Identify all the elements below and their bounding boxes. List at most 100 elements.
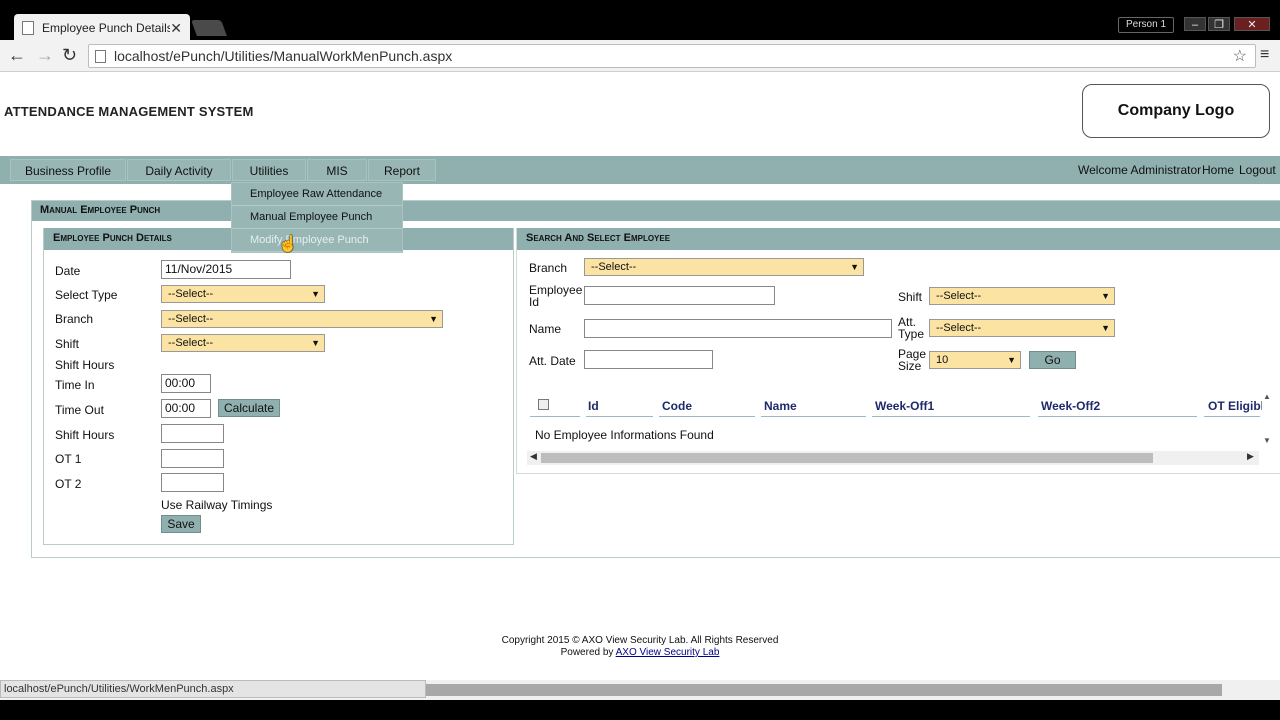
column-header-id[interactable]: Id: [588, 399, 599, 413]
chevron-down-icon: ▼: [850, 262, 859, 272]
menu-mis[interactable]: MIS: [307, 159, 367, 181]
close-icon[interactable]: ✕: [170, 20, 182, 37]
search-name-field[interactable]: [584, 319, 892, 338]
column-divider: [530, 416, 580, 417]
select-type-value: --Select--: [168, 288, 214, 300]
search-shift-dropdown[interactable]: --Select-- ▼: [929, 287, 1115, 305]
ot2-field[interactable]: [161, 473, 224, 492]
chevron-down-icon: ▼: [1007, 355, 1016, 365]
scroll-left-arrow-icon[interactable]: ◀: [530, 451, 537, 462]
ot1-label: OT 1: [55, 452, 82, 466]
window-bottom-edge: [0, 700, 1280, 720]
panel-title: Search And Select Employee: [526, 232, 671, 244]
menu-business-profile[interactable]: Business Profile: [10, 159, 126, 181]
forward-icon[interactable]: →: [36, 45, 54, 66]
close-window-icon[interactable]: ✕: [1234, 17, 1270, 31]
att-type-value: --Select--: [936, 322, 982, 334]
branch-value: --Select--: [168, 313, 214, 325]
att-type-label: Att. Type: [898, 316, 924, 340]
railway-timings-label: Use Railway Timings: [161, 498, 273, 512]
page-scrollbar-thumb[interactable]: [426, 684, 1222, 696]
menu-utilities[interactable]: Utilities: [232, 159, 306, 181]
scroll-right-arrow-icon[interactable]: ▶: [1247, 451, 1254, 462]
column-header-ot-eligible[interactable]: OT Eligibl: [1208, 399, 1262, 413]
menu-report[interactable]: Report: [368, 159, 436, 181]
scroll-up-arrow-icon[interactable]: ▲: [1263, 392, 1271, 401]
select-type-dropdown[interactable]: --Select-- ▼: [161, 285, 325, 303]
select-type-label: Select Type: [55, 288, 118, 302]
menu-item-employee-raw-attendance[interactable]: Employee Raw Attendance: [232, 183, 402, 206]
time-in-label: Time In: [55, 378, 95, 392]
browser-menu-icon[interactable]: ≡: [1260, 46, 1269, 64]
new-tab-button[interactable]: [191, 20, 227, 36]
column-header-week-off1[interactable]: Week-Off1: [875, 399, 934, 413]
minimize-icon[interactable]: –: [1184, 17, 1206, 31]
scroll-down-arrow-icon[interactable]: ▼: [1263, 436, 1271, 445]
column-divider: [586, 416, 653, 417]
search-shift-value: --Select--: [936, 290, 982, 302]
page-size-dropdown[interactable]: 10 ▼: [929, 351, 1021, 369]
search-branch-dropdown[interactable]: --Select-- ▼: [584, 258, 864, 276]
search-branch-label: Branch: [529, 261, 568, 275]
panel-header: Search And Select Employee: [517, 228, 1280, 250]
save-button[interactable]: Save: [161, 515, 201, 533]
restore-icon[interactable]: ❐: [1208, 17, 1230, 31]
att-type-label-line2: Type: [898, 327, 925, 341]
search-branch-value: --Select--: [591, 261, 637, 273]
home-link[interactable]: Home: [1202, 163, 1234, 177]
page-size-label: Page Size: [898, 348, 926, 372]
go-button[interactable]: Go: [1029, 351, 1076, 369]
panel-title: Employee Punch Details: [53, 232, 172, 244]
chevron-down-icon: ▼: [311, 289, 320, 299]
browser-titlebar: Employee Punch Details ✕ Person 1 – ❐ ✕: [0, 0, 1280, 42]
logout-link[interactable]: Logout: [1239, 163, 1276, 177]
back-icon[interactable]: ←: [8, 45, 26, 66]
column-divider: [659, 416, 755, 417]
grid-horizontal-scrollbar[interactable]: ◀ ▶: [527, 451, 1259, 465]
ot1-field[interactable]: [161, 449, 224, 468]
time-out-field[interactable]: 00:00: [161, 399, 211, 418]
time-in-field[interactable]: 00:00: [161, 374, 211, 393]
page-size-value: 10: [936, 354, 949, 366]
shift-dropdown[interactable]: --Select-- ▼: [161, 334, 325, 352]
page-title: ATTENDANCE MANAGEMENT SYSTEM: [4, 104, 254, 119]
column-divider: [1204, 416, 1260, 417]
calculate-button[interactable]: Calculate: [218, 399, 280, 417]
page-content: ATTENDANCE MANAGEMENT SYSTEM Company Log…: [0, 72, 1280, 680]
column-header-code[interactable]: Code: [662, 399, 692, 413]
page-icon: [22, 21, 34, 35]
att-date-label: Att. Date: [529, 354, 576, 368]
chevron-down-icon: ▼: [429, 314, 438, 324]
address-bar[interactable]: localhost/ePunch/Utilities/ManualWorkMen…: [88, 44, 1256, 68]
att-type-dropdown[interactable]: --Select-- ▼: [929, 319, 1115, 337]
bookmark-star-icon[interactable]: ☆: [1233, 46, 1247, 66]
reload-icon[interactable]: ↻: [62, 45, 77, 66]
profile-button[interactable]: Person 1: [1118, 17, 1174, 33]
search-shift-label: Shift: [898, 290, 923, 304]
footer-copyright: Copyright 2015 © AXO View Security Lab. …: [501, 635, 779, 646]
browser-tab[interactable]: Employee Punch Details ✕: [14, 14, 190, 42]
column-header-name[interactable]: Name: [764, 399, 797, 413]
panel-header: Manual Employee Punch: [32, 201, 1280, 221]
employee-id-field[interactable]: [584, 286, 775, 305]
powered-by-link[interactable]: AXO View Security Lab: [616, 647, 720, 658]
select-all-checkbox[interactable]: [538, 399, 549, 410]
menu-item-modify-employee-punch[interactable]: Modify Employee Punch: [232, 229, 402, 252]
menu-daily-activity[interactable]: Daily Activity: [127, 159, 231, 181]
date-field[interactable]: 11/Nov/2015: [161, 260, 291, 279]
column-header-week-off2[interactable]: Week-Off2: [1041, 399, 1100, 413]
status-bar: localhost/ePunch/Utilities/WorkMenPunch.…: [0, 680, 426, 698]
ot2-label: OT 2: [55, 477, 82, 491]
shift-value: --Select--: [168, 337, 214, 349]
employee-id-label-line2: Id: [529, 295, 540, 309]
chevron-down-icon: ▼: [311, 338, 320, 348]
scrollbar-thumb[interactable]: [541, 453, 1153, 463]
att-date-field[interactable]: [584, 350, 713, 369]
branch-dropdown[interactable]: --Select-- ▼: [161, 310, 443, 328]
shift-hours-field[interactable]: [161, 424, 224, 443]
employee-id-label: Employee Id: [529, 284, 582, 308]
column-divider: [872, 416, 1030, 417]
shift-hours-label: Shift Hours: [55, 428, 115, 442]
footer-powered: Powered by AXO View Security Lab: [0, 647, 1280, 658]
menu-item-manual-employee-punch[interactable]: Manual Employee Punch: [232, 206, 402, 229]
